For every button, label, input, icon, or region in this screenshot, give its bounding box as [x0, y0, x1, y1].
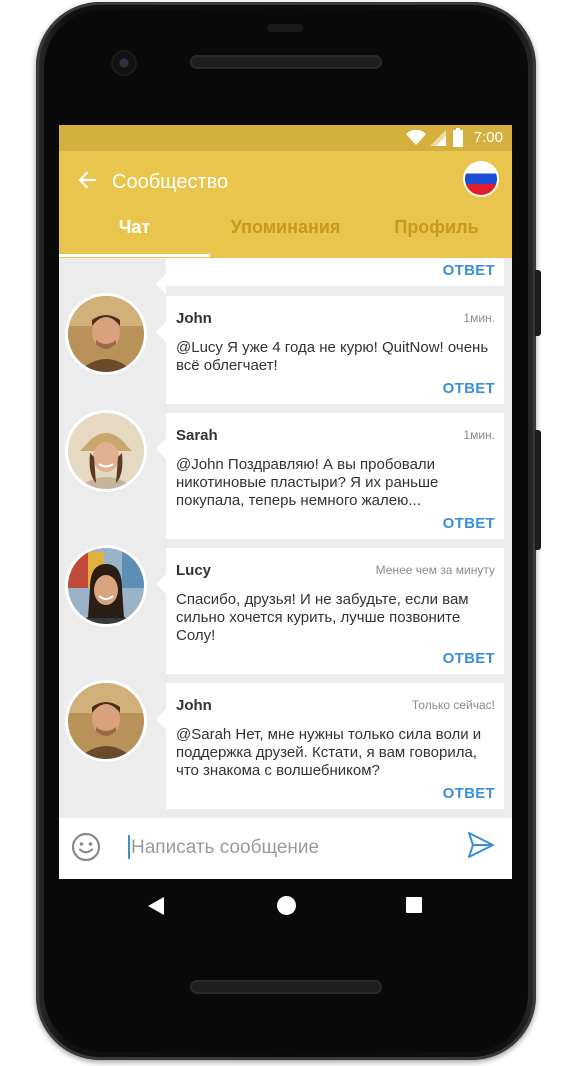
tab-mentions-label: Упоминания — [230, 217, 341, 237]
top-speaker — [190, 55, 382, 69]
message-author: Lucy — [176, 562, 212, 579]
message-card: John 1мин. @Lucy Я уже 4 года не курю! Q… — [156, 296, 504, 404]
battery-icon — [453, 128, 463, 147]
status-time: 7:00 — [473, 129, 503, 146]
reply-link[interactable]: ОТВЕТ — [443, 785, 495, 802]
smiley-icon[interactable] — [71, 832, 101, 862]
message-text: Спасибо, друзья! И не забудьте, если вам… — [176, 591, 498, 645]
nav-back-button[interactable] — [148, 897, 164, 915]
mention[interactable]: @Lucy — [176, 339, 223, 356]
message-composer — [59, 818, 512, 879]
message-card: Sarah 1мин. @John Поздравляю! А вы пробо… — [156, 413, 504, 539]
message-time: 1мин. — [463, 311, 495, 325]
message-body: Спасибо, друзья! И не забудьте, если вам… — [176, 591, 469, 644]
nav-home-button[interactable] — [277, 896, 296, 915]
page-title: Сообщество — [112, 171, 229, 193]
message-card: John Только сейчас! @Sarah Нет, мне нужн… — [156, 683, 504, 809]
reply-link[interactable]: ОТВЕТ — [443, 515, 495, 532]
tab-mentions[interactable]: Упоминания — [210, 217, 361, 258]
avatar[interactable] — [68, 413, 144, 489]
signal-icon — [430, 130, 446, 146]
tab-profile[interactable]: Профиль — [361, 217, 512, 258]
message-card: Lucy Менее чем за минуту Спасибо, друзья… — [156, 548, 504, 674]
nav-recents-button[interactable] — [406, 897, 422, 913]
list-item: ОТВЕТ — [156, 258, 504, 294]
message-author: Sarah — [176, 427, 218, 444]
volume-button — [535, 430, 541, 550]
chat-feed[interactable]: ОТВЕТ John 1мин. @Lucy Я уже 4 года не к… — [59, 258, 512, 813]
send-icon[interactable] — [467, 830, 495, 860]
screen: 7:00 Сообщество Чат Упоминания Профиль О… — [59, 125, 512, 879]
message-body: Я уже 4 года не курю! QuitNow! очень всё… — [176, 339, 489, 374]
tab-profile-label: Профиль — [394, 217, 479, 237]
mention[interactable]: @John — [176, 456, 224, 473]
status-bar: 7:00 — [59, 125, 512, 151]
app-bar: Сообщество Чат Упоминания Профиль — [59, 151, 512, 258]
reply-link[interactable]: ОТВЕТ — [443, 650, 495, 667]
mention[interactable]: @Sarah — [176, 726, 231, 743]
power-button — [535, 270, 541, 336]
earpiece-slit — [267, 24, 303, 32]
avatar-lucy-image — [68, 548, 144, 624]
message-author: John — [176, 697, 212, 714]
avatar[interactable] — [68, 296, 144, 372]
reply-link[interactable]: ОТВЕТ — [443, 380, 495, 397]
bottom-speaker — [190, 980, 382, 994]
avatar[interactable] — [68, 683, 144, 759]
message-text: @Lucy Я уже 4 года не курю! QuitNow! оче… — [176, 339, 498, 375]
tab-chat[interactable]: Чат — [59, 217, 210, 258]
message-text: @Sarah Нет, мне нужны только сила воли и… — [176, 726, 498, 780]
message-time: Менее чем за минуту — [375, 563, 495, 577]
avatar-john-image — [68, 683, 144, 759]
tab-indicator — [59, 254, 210, 257]
avatar-john-image — [68, 296, 144, 372]
reply-link[interactable]: ОТВЕТ — [443, 262, 495, 279]
message-author: John — [176, 310, 212, 327]
message-text: @John Поздравляю! А вы пробовали никотин… — [176, 456, 498, 510]
front-camera — [113, 52, 135, 74]
avatar-sarah-image — [68, 413, 144, 489]
message-time: 1мин. — [463, 428, 495, 442]
avatar[interactable] — [68, 548, 144, 624]
tab-chat-label: Чат — [118, 217, 151, 237]
russia-flag-icon[interactable] — [465, 163, 497, 195]
message-input[interactable] — [129, 832, 453, 864]
arrow-left-icon[interactable] — [74, 167, 100, 193]
message-time: Только сейчас! — [411, 698, 495, 712]
wifi-icon — [406, 130, 426, 145]
